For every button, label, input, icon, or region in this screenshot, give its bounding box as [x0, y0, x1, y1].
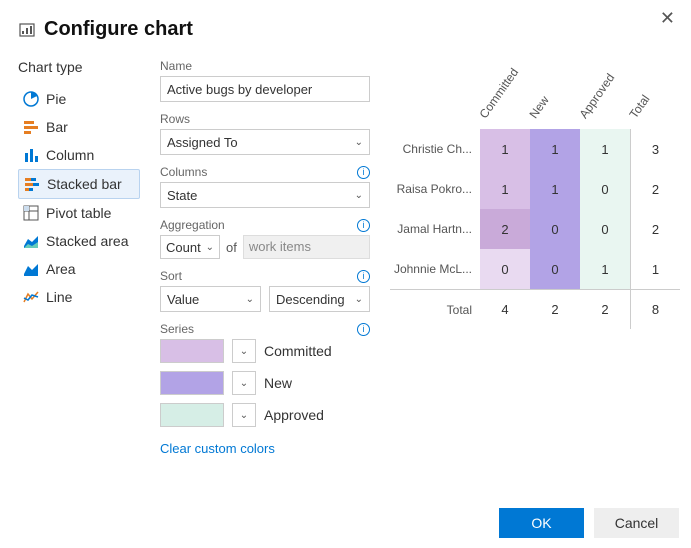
chart-type-label: Line: [46, 289, 72, 305]
chart-type-line[interactable]: Line: [18, 283, 140, 311]
chevron-down-icon: ⌄: [355, 294, 363, 305]
preview-col-header: Total: [630, 73, 680, 129]
columns-select[interactable]: State ⌄: [160, 182, 370, 208]
stacked-bar-icon: [23, 175, 41, 193]
rows-label: Rows: [160, 112, 190, 126]
chart-type-column[interactable]: Column: [18, 141, 140, 169]
of-label: of: [226, 240, 237, 255]
info-icon[interactable]: i: [357, 270, 370, 283]
aggregation-unit-input: work items: [243, 235, 370, 259]
cancel-button[interactable]: Cancel: [594, 508, 679, 538]
series-name: Approved: [264, 407, 324, 423]
preview-col-header: Approved: [580, 73, 630, 129]
clear-custom-colors-link[interactable]: Clear custom colors: [160, 441, 275, 456]
chart-type-heading: Chart type: [18, 59, 140, 75]
series-name: New: [264, 375, 292, 391]
aggregation-label: Aggregation: [160, 218, 225, 232]
series-row: ⌄ Committed: [160, 339, 370, 363]
chevron-down-icon: ⌄: [240, 346, 248, 357]
chevron-down-icon: ⌄: [240, 410, 248, 421]
series-label: Series: [160, 322, 194, 336]
sort-direction-select[interactable]: Descending ⌄: [269, 286, 370, 312]
chevron-down-icon: ⌄: [355, 190, 363, 201]
sort-label: Sort: [160, 269, 182, 283]
color-picker-committed[interactable]: ⌄: [232, 339, 256, 363]
preview-row: Christie Ch... 1 1 1 3: [390, 129, 680, 169]
dialog-title: Configure chart: [44, 18, 193, 41]
bar-icon: [22, 118, 40, 136]
preview-col-header: Committed: [480, 73, 530, 129]
stacked-area-icon: [22, 232, 40, 250]
chevron-down-icon: ⌄: [355, 137, 363, 148]
ok-button[interactable]: OK: [499, 508, 584, 538]
chart-type-label: Column: [46, 147, 94, 163]
chart-type-label: Area: [46, 261, 76, 277]
series-name: Committed: [264, 343, 332, 359]
line-icon: [22, 288, 40, 306]
chart-type-bar[interactable]: Bar: [18, 113, 140, 141]
preview-col-header: New: [530, 73, 580, 129]
chart-type-label: Stacked bar: [47, 176, 122, 192]
chart-config-icon: [18, 21, 36, 39]
close-button[interactable]: ✕: [654, 6, 681, 31]
chevron-down-icon: ⌄: [246, 294, 254, 305]
area-icon: [22, 260, 40, 278]
info-icon[interactable]: i: [357, 323, 370, 336]
color-picker-new[interactable]: ⌄: [232, 371, 256, 395]
chart-type-label: Stacked area: [46, 233, 129, 249]
aggregation-select[interactable]: Count ⌄: [160, 235, 220, 259]
rows-select[interactable]: Assigned To ⌄: [160, 129, 370, 155]
series-row: ⌄ New: [160, 371, 370, 395]
columns-label: Columns: [160, 165, 207, 179]
chart-type-label: Pivot table: [46, 205, 111, 221]
color-swatch-committed[interactable]: [160, 339, 224, 363]
column-icon: [22, 146, 40, 164]
chart-type-stacked-bar[interactable]: Stacked bar: [18, 169, 140, 199]
name-label: Name: [160, 59, 192, 73]
chart-type-label: Pie: [46, 91, 66, 107]
chart-type-area[interactable]: Area: [18, 255, 140, 283]
preview-total-row: Total 4 2 2 8: [390, 289, 680, 329]
info-icon[interactable]: i: [357, 166, 370, 179]
chart-type-stacked-area[interactable]: Stacked area: [18, 227, 140, 255]
chevron-down-icon: ⌄: [206, 242, 214, 253]
chevron-down-icon: ⌄: [240, 378, 248, 389]
color-swatch-new[interactable]: [160, 371, 224, 395]
color-swatch-approved[interactable]: [160, 403, 224, 427]
color-picker-approved[interactable]: ⌄: [232, 403, 256, 427]
preview-row: Raisa Pokro... 1 1 0 2: [390, 169, 680, 209]
close-icon: ✕: [660, 8, 675, 28]
series-row: ⌄ Approved: [160, 403, 370, 427]
chart-type-pivot-table[interactable]: Pivot table: [18, 199, 140, 227]
info-icon[interactable]: i: [357, 219, 370, 232]
name-input[interactable]: [160, 76, 370, 102]
chart-preview: Committed New Approved Total Christie Ch…: [390, 59, 680, 466]
preview-row: Jamal Hartn... 2 0 0 2: [390, 209, 680, 249]
pivot-table-icon: [22, 204, 40, 222]
chart-type-pie[interactable]: Pie: [18, 85, 140, 113]
sort-by-select[interactable]: Value ⌄: [160, 286, 261, 312]
pie-icon: [22, 90, 40, 108]
preview-row: Johnnie McL... 0 0 1 1: [390, 249, 680, 289]
chart-type-label: Bar: [46, 119, 68, 135]
